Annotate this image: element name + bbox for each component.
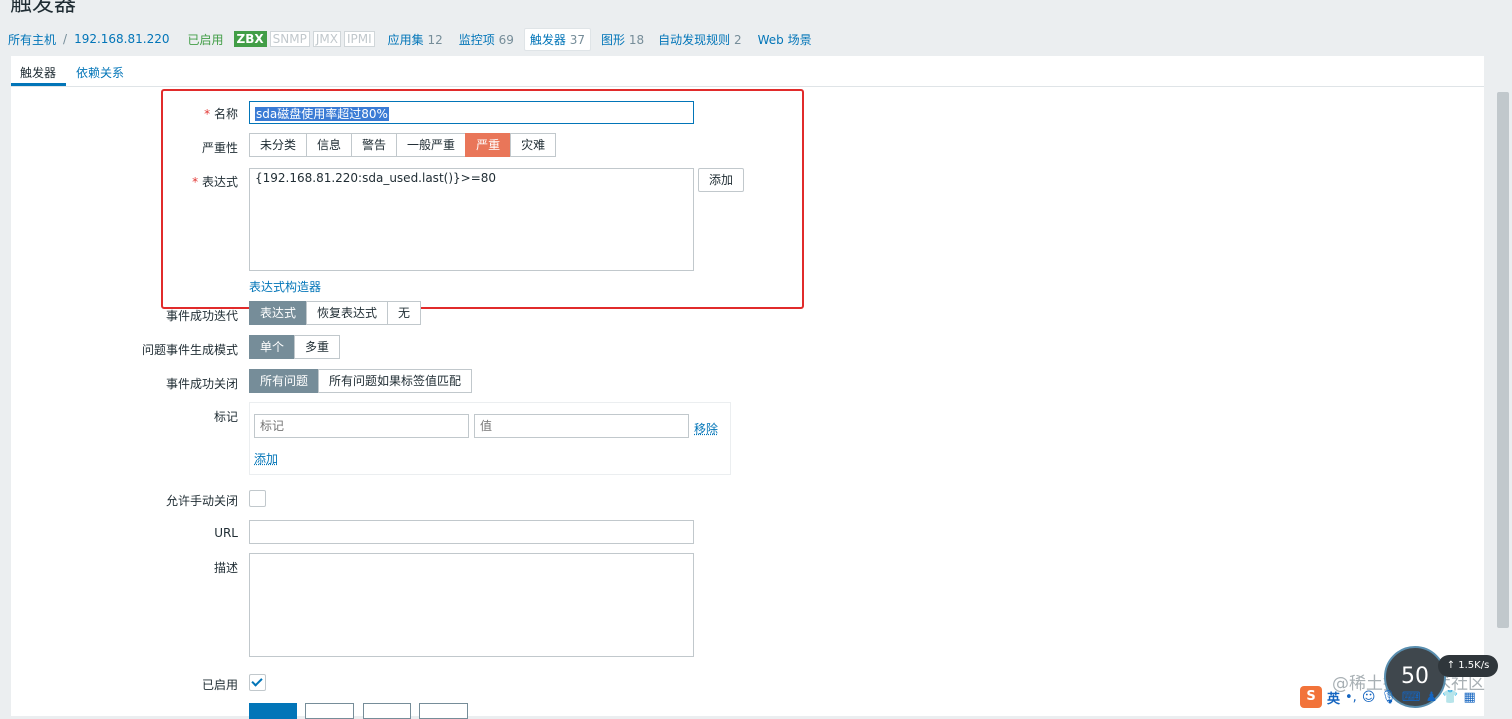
tag-name-input[interactable] xyxy=(254,414,469,438)
applications-link[interactable]: 应用集 12 xyxy=(388,31,443,48)
ok-event-closes-selector: 所有问题 所有问题如果标签值匹配 xyxy=(249,369,473,393)
clone-button[interactable] xyxy=(305,703,354,719)
problem-mode-multiple[interactable]: 多重 xyxy=(294,335,341,359)
url-label: URL xyxy=(214,526,238,540)
description-label: 描述 xyxy=(213,561,238,575)
problem-event-mode-label: 问题事件生成模式 xyxy=(141,343,238,357)
annotation-highlight-box xyxy=(161,89,804,309)
ok-event-closes-label: 事件成功关闭 xyxy=(165,377,238,391)
grid-menu-icon[interactable]: ▦ xyxy=(1464,690,1476,705)
availability-badges: ZBX SNMP JMX IPMI xyxy=(233,31,378,47)
problem-mode-single[interactable]: 单个 xyxy=(249,335,296,359)
problem-event-mode-selector: 单个 多重 xyxy=(249,335,341,359)
tab-bar xyxy=(11,56,1484,87)
breadcrumb-separator: / xyxy=(63,32,68,46)
punctuation-icon[interactable]: •, xyxy=(1345,690,1357,705)
jmx-badge: JMX xyxy=(312,31,341,47)
skin-icon[interactable]: ♟ xyxy=(1426,690,1438,705)
active-tab-indicator xyxy=(11,83,66,86)
cancel-button[interactable] xyxy=(419,703,468,719)
tag-remove-link[interactable]: 移除 xyxy=(694,420,718,437)
tags-container xyxy=(249,402,731,475)
manual-close-checkbox[interactable] xyxy=(249,490,266,507)
url-input[interactable] xyxy=(249,520,694,544)
enabled-label: 已启用 xyxy=(201,678,238,692)
microphone-icon[interactable]: 🎙 xyxy=(1380,690,1397,705)
all-hosts-link[interactable]: 所有主机 xyxy=(8,31,56,48)
delete-button[interactable] xyxy=(363,703,411,719)
update-button[interactable] xyxy=(249,703,297,719)
ok-event-recovery-expression[interactable]: 恢复表达式 xyxy=(306,301,389,325)
host-status-link[interactable]: 已启用 xyxy=(188,31,224,48)
snmp-badge: SNMP xyxy=(269,31,310,47)
enabled-checkbox[interactable] xyxy=(249,674,266,691)
tags-label: 标记 xyxy=(213,410,238,424)
shirt-icon[interactable]: 👕 xyxy=(1442,690,1458,705)
ok-event-none[interactable]: 无 xyxy=(387,301,422,325)
ime-language-toggle[interactable]: 英 xyxy=(1327,688,1340,707)
scrollbar-thumb[interactable] xyxy=(1497,92,1509,628)
tag-value-input[interactable] xyxy=(474,414,689,438)
items-link[interactable]: 监控项 69 xyxy=(459,31,514,48)
tab-dependencies[interactable]: 依赖关系 xyxy=(76,64,124,81)
ipmi-badge: IPMI xyxy=(343,31,375,47)
tab-trigger[interactable]: 触发器 xyxy=(20,64,56,81)
keyboard-icon[interactable]: ⌨ xyxy=(1402,690,1421,705)
web-scenarios-link[interactable]: Web 场景 xyxy=(758,31,812,48)
zbx-badge: ZBX xyxy=(233,31,267,47)
emoji-icon[interactable]: ☺ xyxy=(1362,690,1376,705)
description-textarea[interactable] xyxy=(249,553,694,657)
ok-event-generation-label: 事件成功迭代 xyxy=(165,309,238,323)
host-link[interactable]: 192.168.81.220 xyxy=(74,32,169,46)
discovery-rules-link[interactable]: 自动发现规则 2 xyxy=(658,31,741,48)
closes-matching-tags[interactable]: 所有问题如果标签值匹配 xyxy=(318,369,473,393)
page-title: 触发器 xyxy=(10,0,77,17)
ok-event-generation-selector: 表达式 恢复表达式 无 xyxy=(249,301,422,325)
closes-all-problems[interactable]: 所有问题 xyxy=(249,369,320,393)
host-navigation: 所有主机 / 192.168.81.220 已启用 ZBX SNMP JMX I… xyxy=(8,27,822,51)
ime-toolbar: S 英 •, ☺ 🎙 ⌨ ♟ 👕 ▦ xyxy=(1300,683,1510,711)
network-speed: ↑ 1.5K/s xyxy=(1438,655,1498,677)
manual-close-label: 允许手动关闭 xyxy=(165,494,238,508)
triggers-link[interactable]: 触发器 37 xyxy=(523,27,591,51)
graphs-link[interactable]: 图形 18 xyxy=(601,31,644,48)
tag-add-link[interactable]: 添加 xyxy=(254,450,278,467)
ime-logo-icon[interactable]: S xyxy=(1300,686,1322,708)
ok-event-expression[interactable]: 表达式 xyxy=(249,301,308,325)
